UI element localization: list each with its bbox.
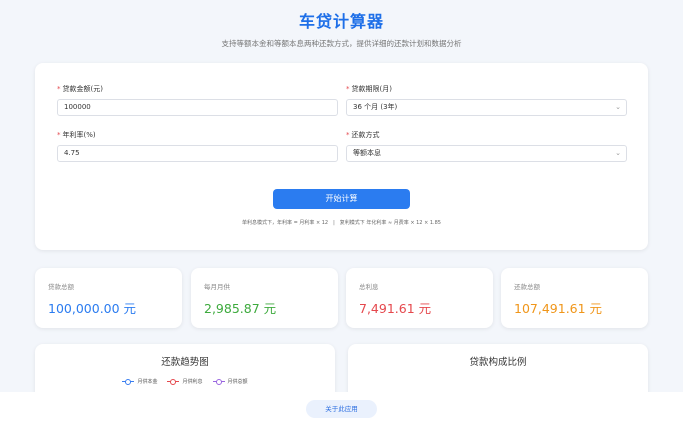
trend-panel-title: 还款趋势图 [161,357,209,368]
page-header: 车贷计算器 支持等额本金和等额本息两种还款方式，提供详细的还款计划和数据分析 [0,0,683,49]
calculate-button[interactable]: 开始计算 [273,189,410,209]
method-label: 还款方式 [351,131,380,139]
stat-label: 总利息 [359,283,379,291]
loan-term-field: * 贷款期限(月) 36 个月 (3年) ⌄ [346,84,627,116]
loan-amount-input[interactable]: 100000 [57,99,338,116]
stat-value: 7,491.61 元 [359,301,432,316]
loan-amount-label: 贷款金额(元) [62,85,103,93]
rate-field: * 年利率(%) 4.75 [57,130,338,162]
stat-label: 每月月供 [204,283,230,291]
method-field: * 还款方式 等额本息 ⌄ [346,130,627,162]
stat-label: 还款总额 [514,283,540,291]
chart-legend: 月供本金 月供利息 月供总额 [35,378,335,385]
legend-marker-icon [167,378,180,385]
legend-item-total[interactable]: 月供总额 [212,378,248,385]
stat-value: 2,985.87 元 [204,301,277,316]
loan-term-select[interactable]: 36 个月 (3年) ⌄ [346,99,627,116]
stat-value: 107,491.61 元 [514,301,603,316]
stat-label: 贷款总额 [48,283,74,291]
stat-card-total-interest: 总利息 7,491.61 元 [346,268,493,328]
method-select[interactable]: 等额本息 ⌄ [346,145,627,162]
rate-input[interactable]: 4.75 [57,145,338,162]
stat-card-total-loan: 贷款总额 100,000.00 元 [35,268,182,328]
stat-card-monthly-payment: 每月月供 2,985.87 元 [191,268,338,328]
page-title: 车贷计算器 [298,12,384,31]
loan-term-label: 贷款期限(月) [351,85,392,93]
chevron-down-icon: ⌄ [615,103,621,111]
stat-value: 100,000.00 元 [48,301,137,316]
about-app-button[interactable]: 关于此应用 [306,400,377,418]
stat-card-total-repayment: 还款总额 107,491.61 元 [501,268,648,328]
loan-amount-field: * 贷款金额(元) 100000 [57,84,338,116]
loan-form-card: * 贷款金额(元) 100000 * 贷款期限(月) 36 个月 (3年) ⌄ * 年利… [35,63,648,250]
page-subtitle: 支持等额本金和等额本息两种还款方式，提供详细的还款计划和数据分析 [221,39,462,48]
legend-marker-icon [122,378,135,385]
legend-item-principal[interactable]: 月供本金 [122,378,157,385]
rate-label: 年利率(%) [62,131,96,139]
chevron-down-icon: ⌄ [615,149,621,157]
composition-panel-title: 贷款构成比例 [469,357,527,368]
formula-hint: 单利息模式下，年利率 = 月利率 × 12 | 复利模式下 年化利率 ≈ 月费率… [242,220,441,226]
footer-bar: 关于此应用 [0,392,683,426]
legend-item-interest[interactable]: 月供利息 [167,378,203,385]
legend-marker-icon [212,378,225,385]
